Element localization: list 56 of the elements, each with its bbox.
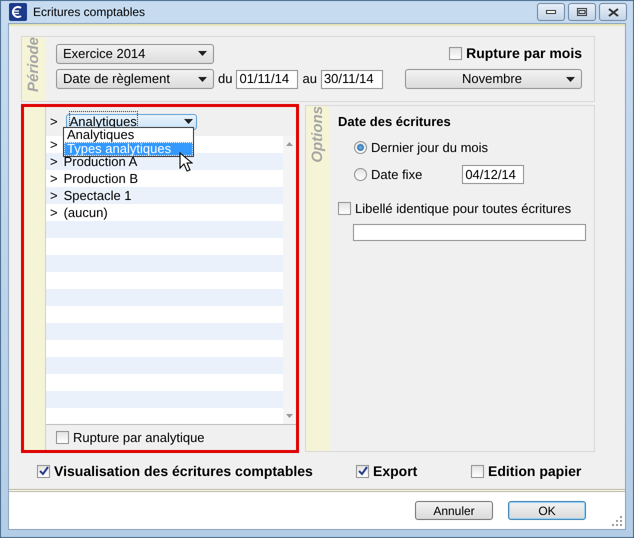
- checkbox-label: Libellé identique pour toutes écritures: [355, 200, 572, 218]
- scrollbar[interactable]: [283, 136, 296, 424]
- section-label: Période: [24, 37, 43, 94]
- checkbox[interactable]: [471, 464, 484, 478]
- list-item[interactable]: Spectacle 1: [64, 186, 132, 206]
- section-label: Options: [308, 106, 327, 165]
- section-heading: Date des écritures: [338, 113, 452, 131]
- list-item[interactable]: (aucun): [64, 203, 108, 223]
- checkbox-label: Export: [373, 462, 418, 481]
- row-marker: >: [50, 153, 58, 172]
- window-title: Ecritures comptables: [33, 4, 146, 21]
- checkbox-label: Visualisation des écritures comptables: [54, 462, 313, 481]
- month-dropdown[interactable]: Novembre: [405, 69, 582, 89]
- caret-icon: [184, 119, 193, 124]
- close-button[interactable]: [599, 3, 627, 21]
- checkbox[interactable]: [356, 464, 369, 478]
- close-icon: [608, 8, 618, 16]
- row-marker: >: [50, 170, 58, 188]
- row-marker: >: [50, 187, 58, 206]
- row-marker: >: [50, 204, 58, 222]
- date-field[interactable]: 04/12/14: [462, 165, 524, 184]
- row-marker: >: [50, 136, 58, 154]
- checkbox[interactable]: [56, 431, 69, 444]
- text-field[interactable]: [353, 224, 586, 241]
- checkbox[interactable]: [37, 464, 50, 478]
- checkbox-label: Rupture par analytique: [73, 428, 205, 447]
- radio-label: Date fixe: [371, 166, 422, 184]
- checkbox[interactable]: [449, 47, 462, 60]
- date-field[interactable]: 01/11/14: [236, 70, 298, 88]
- radio-label: Dernier jour du mois: [371, 138, 488, 157]
- app-icon: [9, 3, 27, 21]
- radio-button[interactable]: [354, 168, 367, 182]
- checkbox-label: Rupture par mois: [466, 44, 582, 63]
- scroll-up-icon[interactable]: [286, 142, 293, 146]
- maximize-button[interactable]: [568, 3, 596, 21]
- dropdown-option[interactable]: Analytiques: [64, 128, 193, 142]
- cancel-button[interactable]: Annuler: [415, 501, 493, 520]
- scroll-down-icon[interactable]: [286, 414, 293, 418]
- from-label: du: [218, 70, 232, 88]
- radio-button[interactable]: [354, 140, 367, 154]
- to-label: au: [302, 70, 317, 88]
- date-type-dropdown[interactable]: Date de règlement: [56, 69, 214, 89]
- caret-icon: [198, 76, 207, 82]
- ok-button[interactable]: OK: [508, 501, 586, 520]
- resize-grip-icon[interactable]: [611, 515, 623, 527]
- date-field[interactable]: 30/11/14: [320, 70, 383, 88]
- caret-icon: [198, 51, 207, 56]
- maximize-icon: [576, 8, 587, 16]
- checkbox-label: Edition papier: [488, 462, 582, 481]
- caret-icon: [566, 76, 575, 82]
- row-marker: >: [50, 112, 58, 131]
- exercice-dropdown[interactable]: Exercice 2014: [56, 44, 214, 64]
- minimize-icon: [546, 10, 556, 14]
- list-item[interactable]: Production B: [64, 169, 138, 189]
- checkbox[interactable]: [338, 202, 351, 215]
- minimize-button[interactable]: [536, 3, 564, 21]
